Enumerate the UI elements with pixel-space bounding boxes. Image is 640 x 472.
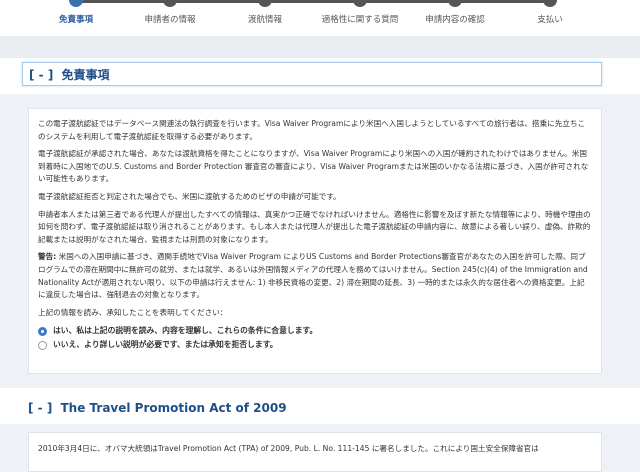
step-dot: [163, 0, 177, 7]
radio-agree[interactable]: [38, 326, 47, 336]
disclaimer-paragraph: この電子渡航認証ではデータベース関連法の執行調査を行います。Visa Waive…: [38, 119, 586, 141]
warning-paragraph: 警告: 米国への入国申請に基づき、適関手続地でVisa Waiver Progr…: [38, 251, 592, 301]
step-label: 申請者の情報: [144, 15, 196, 25]
collapse-toggle[interactable]: [ - ]: [29, 68, 53, 82]
warning-label: 警告:: [38, 252, 57, 262]
disclaimer-paragraph: 申請者本人または第三者である代理人が提出したすべての情報は、真実かつ正確でなけれ…: [38, 209, 591, 244]
step-label: 渡航情報: [247, 15, 282, 25]
warning-text: 米国への入国申請に基づき、適関手続地でVisa Waiver Program に…: [38, 252, 588, 300]
radio-decline[interactable]: [38, 340, 47, 350]
step-disclaimer[interactable]: 免責事項: [26, 0, 126, 25]
option-label: いいえ、より詳しい説明が必要です、または承知を拒否します。: [53, 340, 278, 350]
disclaimer-header[interactable]: [ - ] 免責事項: [22, 62, 602, 86]
step-label: 適格性に関する質問: [321, 15, 399, 25]
step-label: 免責事項: [58, 15, 93, 25]
step-dot: [353, 0, 367, 7]
step-eligibility[interactable]: 適格性に関する質問: [310, 0, 410, 25]
travel-act-panel: 2010年3月4日に、オバマ大統領はTravel Promotion Act (…: [28, 432, 602, 472]
section-title: 免責事項: [61, 68, 110, 82]
option-decline[interactable]: いいえ、より詳しい説明が必要です、または承知を拒否します。: [38, 338, 592, 352]
collapse-toggle[interactable]: [ - ]: [28, 401, 52, 415]
step-applicant-info[interactable]: 申請者の情報: [120, 0, 220, 25]
section-title: The Travel Promotion Act of 2009: [60, 401, 287, 415]
step-label: 支払い: [537, 15, 563, 25]
step-dot: [543, 0, 557, 7]
disclaimer-panel: この電子渡航認証ではデータベース関連法の執行調査を行います。Visa Waive…: [28, 108, 602, 374]
step-label: 申請内容の確認: [425, 15, 485, 25]
disclaimer-paragraph: 電子渡航認証が承認された場合、あなたは渡航資格を得たことになりますが、Visa …: [38, 149, 589, 184]
step-payment[interactable]: 支払い: [500, 0, 600, 25]
travel-act-text: 2010年3月4日に、オバマ大統領はTravel Promotion Act (…: [38, 444, 539, 453]
disclaimer-paragraph: 電子渡航認証拒否と判定された場合でも、米国に渡航するためのビザの申請が可能です。: [38, 191, 341, 201]
divider-band: [0, 36, 640, 58]
option-label: はい、私は上記の説明を読み、内容を理解し、これらの条件に合意します。: [53, 326, 318, 336]
step-dot: [448, 0, 462, 7]
acknowledge-prompt: 上記の情報を読み、承知したことを表明してください：: [38, 307, 228, 317]
step-dot: [69, 0, 83, 7]
step-travel-info[interactable]: 渡航情報: [215, 0, 315, 25]
progress-stepper: 免責事項 申請者の情報 渡航情報 適格性に関する質問 申請内容の確認 支払い: [0, 0, 640, 36]
option-agree[interactable]: はい、私は上記の説明を読み、内容を理解し、これらの条件に合意します。: [38, 324, 592, 338]
step-dot: [258, 0, 272, 7]
travel-act-header[interactable]: [ - ] The Travel Promotion Act of 2009: [22, 396, 602, 420]
step-review[interactable]: 申請内容の確認: [405, 0, 505, 25]
